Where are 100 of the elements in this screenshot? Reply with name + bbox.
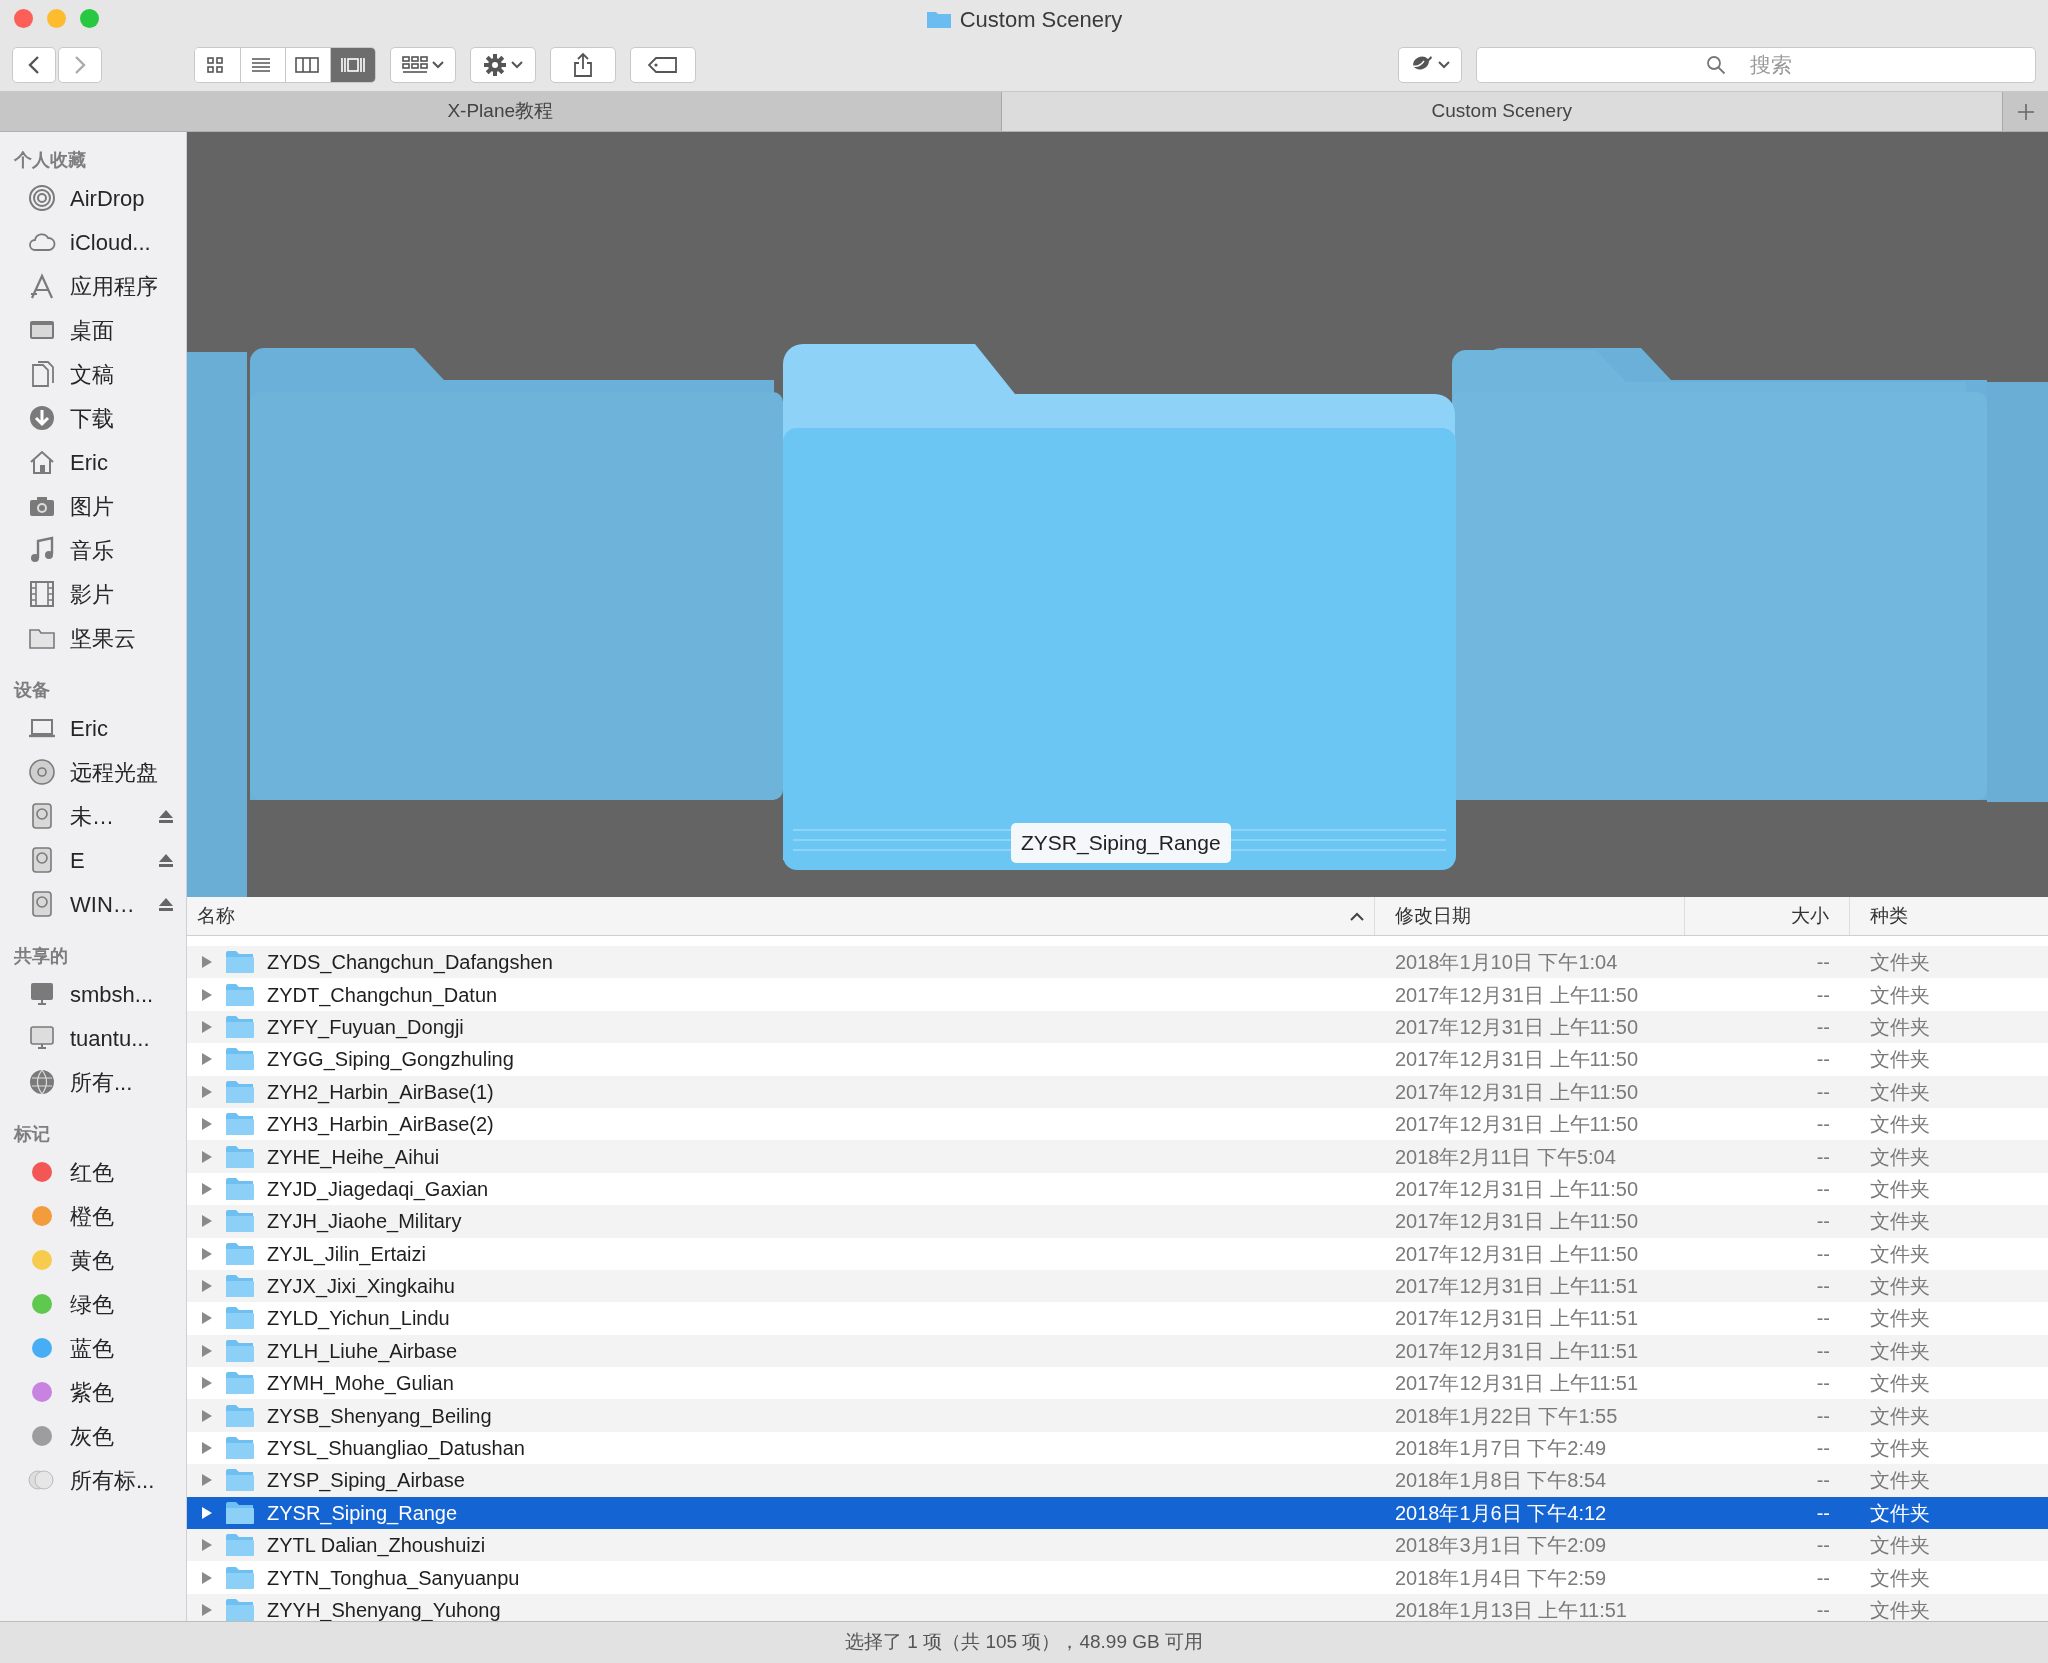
disclosure-triangle-icon[interactable] (201, 1343, 213, 1358)
view-mode-switcher[interactable] (194, 46, 376, 83)
disclosure-triangle-icon[interactable] (201, 1441, 213, 1456)
sidebar-item[interactable]: Eric (0, 706, 186, 750)
globe-icon (28, 1068, 56, 1096)
sidebar-item[interactable]: 橙色 (0, 1194, 186, 1238)
back-button[interactable] (12, 46, 56, 83)
modified-date: 2018年1月4日 下午2:59 (1395, 1566, 1607, 1589)
disclosure-triangle-icon[interactable] (201, 1538, 213, 1553)
sidebar-item[interactable]: 未… (0, 794, 186, 838)
eject-icon[interactable] (158, 808, 174, 824)
sidebar-item[interactable]: 蓝色 (0, 1326, 186, 1370)
disclosure-triangle-icon[interactable] (201, 1246, 213, 1261)
file-row[interactable]: ZYHE_Heihe_Aihui 2018年2月11日 下午5:04 -- 文件夹 (187, 1140, 2048, 1173)
file-row[interactable]: ZYTL Dalian_Zhoushuizi 2018年3月1日 下午2:09 -- 文件夹 (187, 1529, 2048, 1562)
sidebar-item[interactable]: AirDrop (0, 176, 186, 220)
disclosure-triangle-icon[interactable] (201, 1603, 213, 1617)
sidebar-label: 影片 (70, 580, 115, 609)
sidebar-item[interactable]: 文稿 (0, 352, 186, 396)
file-row[interactable]: ZYSR_Siping_Range 2018年1月6日 下午4:12 -- 文件夹 (187, 1496, 2048, 1530)
file-row[interactable]: ZYLH_Liuhe_Airbase 2017年12月31日 上午11:51 -- 文件夹 (187, 1334, 2048, 1368)
sidebar-label: 下载 (70, 404, 115, 433)
file-row[interactable]: ZYYH_Shenyang_Yuhong 2018年1月13日 上午11:51 -- 文件夹 (187, 1593, 2048, 1621)
modified-date: 2018年3月1日 下午2:09 (1395, 1534, 1607, 1557)
folder-icon (225, 1306, 255, 1331)
modified-date: 2018年1月22日 下午1:55 (1395, 1404, 1618, 1427)
column-header[interactable]: 种类 (1870, 901, 1908, 931)
file-kind: 文件夹 (1870, 951, 1930, 974)
disclosure-triangle-icon[interactable] (201, 1473, 213, 1488)
sidebar-item[interactable]: 灰色 (0, 1414, 186, 1458)
tag-button[interactable] (630, 46, 696, 83)
sidebar-item[interactable]: 黄色 (0, 1238, 186, 1282)
file-name: ZYSR_Siping_Range (267, 1500, 458, 1527)
disclosure-triangle-icon[interactable] (201, 1084, 213, 1099)
disclosure-triangle-icon[interactable] (201, 1149, 213, 1164)
sidebar-item[interactable]: 图片 (0, 484, 186, 528)
sidebar-item[interactable]: 红色 (0, 1150, 186, 1194)
disclosure-triangle-icon[interactable] (201, 1505, 213, 1520)
disclosure-triangle-icon[interactable] (201, 1570, 213, 1585)
disclosure-triangle-icon[interactable] (201, 1214, 213, 1229)
disclosure-triangle-icon[interactable] (201, 1052, 213, 1067)
sidebar-item[interactable]: tuantu... (0, 1016, 186, 1060)
file-row[interactable]: ZYSP_Siping_Airbase 2018年1月8日 下午8:54 -- 文件夹 (187, 1464, 2048, 1497)
sidebar-item[interactable]: 绿色 (0, 1282, 186, 1326)
file-row[interactable]: ZYJH_Jiaohe_Military 2017年12月31日 上午11:50 -- 文件夹 (187, 1205, 2048, 1238)
eject-icon[interactable] (158, 852, 174, 868)
file-row[interactable]: ZYFY_Fuyuan_Dongji 2017年12月31日 上午11:50 -- 文件夹 (187, 1010, 2048, 1044)
sidebar-item[interactable]: 远程光盘 (0, 750, 186, 794)
sidebar-item[interactable]: 所有... (0, 1060, 186, 1104)
disclosure-triangle-icon[interactable] (201, 1376, 213, 1391)
file-name: ZYSB_Shenyang_Beiling (267, 1403, 492, 1430)
arrange-button[interactable] (390, 46, 456, 83)
file-kind: 文件夹 (1870, 1437, 1930, 1460)
sidebar-item[interactable]: 音乐 (0, 528, 186, 572)
file-kind: 文件夹 (1870, 1080, 1930, 1103)
folder-icon (225, 1176, 255, 1201)
sidebar-item[interactable]: smbsh... (0, 972, 186, 1016)
disclosure-triangle-icon[interactable] (201, 1408, 213, 1423)
zoom-button[interactable] (80, 9, 99, 28)
disclosure-triangle-icon[interactable] (201, 955, 213, 970)
file-size: -- (1816, 1338, 1830, 1364)
file-row[interactable]: ZYJX_Jixi_Xingkaihu 2017年12月31日 上午11:51 -- 文件夹 (187, 1269, 2048, 1303)
sidebar-item[interactable]: 坚果云 (0, 616, 186, 660)
sidebar-item[interactable]: Eric (0, 440, 186, 484)
search-field[interactable]: 搜索 (1476, 46, 2036, 83)
tab[interactable]: Custom Scenery (1000, 92, 2002, 131)
nutstore-button[interactable] (1398, 46, 1462, 83)
sidebar-item[interactable]: 下载 (0, 396, 186, 440)
disclosure-triangle-icon[interactable] (201, 1019, 213, 1034)
sidebar-item[interactable]: 影片 (0, 572, 186, 616)
sidebar-item[interactable]: iCloud... (0, 220, 186, 264)
action-button[interactable] (470, 46, 536, 83)
sidebar-item[interactable]: 应用程序 (0, 264, 186, 308)
disclosure-triangle-icon[interactable] (201, 1311, 213, 1326)
sidebar-item[interactable]: 所有标... (0, 1458, 186, 1502)
file-size: -- (1816, 1079, 1830, 1105)
modified-date: 2018年1月7日 下午2:49 (1395, 1437, 1607, 1460)
folder-icon (225, 1500, 255, 1525)
sidebar-item[interactable]: WIN… (0, 882, 186, 926)
disclosure-triangle-icon[interactable] (201, 1181, 213, 1196)
disclosure-triangle-icon[interactable] (201, 987, 213, 1002)
file-kind: 文件夹 (1870, 1048, 1930, 1071)
sidebar-label: smbsh... (70, 980, 155, 1009)
disclosure-triangle-icon[interactable] (201, 1279, 213, 1294)
sidebar-item[interactable]: 桌面 (0, 308, 186, 352)
column-header[interactable]: 名称 (197, 901, 235, 931)
sidebar-item[interactable]: E (0, 838, 186, 882)
close-button[interactable] (14, 9, 33, 28)
column-header[interactable]: 大小 (1791, 901, 1829, 931)
view-mode-button[interactable] (330, 47, 375, 82)
sidebar-item[interactable]: 紫色 (0, 1370, 186, 1414)
disclosure-triangle-icon[interactable] (201, 1117, 213, 1132)
file-row[interactable]: ZYH2_Harbin_AirBase(1) 2017年12月31日 上午11:50 -- 文件夹 (187, 1075, 2048, 1108)
file-row[interactable]: ZYDS_Changchun_Dafangshen 2018年1月10日 下午1:04 -- 文件夹 (187, 946, 2048, 979)
share-button[interactable] (550, 46, 616, 83)
modified-date: 2018年1月8日 下午8:54 (1395, 1469, 1607, 1492)
eject-icon[interactable] (158, 896, 174, 912)
file-row[interactable]: ZYSB_Shenyang_Beiling 2018年1月22日 下午1:55 -- 文件夹 (187, 1399, 2048, 1432)
caret-icon (511, 60, 523, 69)
column-header[interactable]: 修改日期 (1395, 901, 1471, 931)
